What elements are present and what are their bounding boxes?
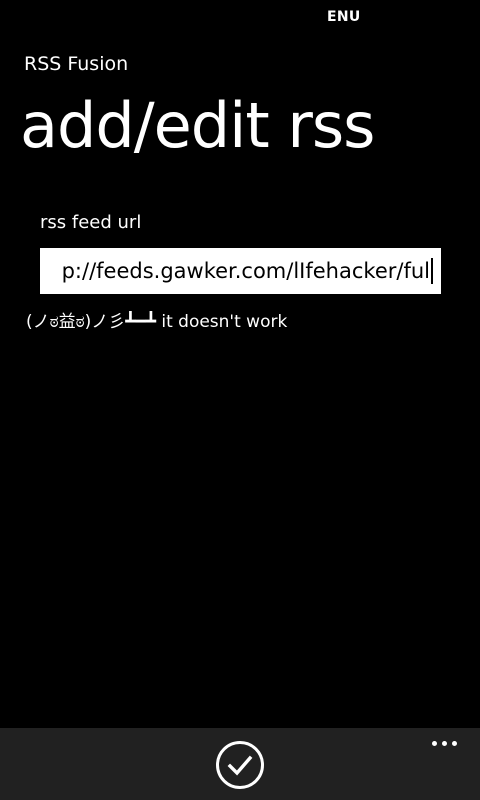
check-icon xyxy=(227,755,253,776)
error-message: (ノಠ益ಠ)ノ彡┻━┻ it doesn't work xyxy=(26,312,288,332)
rss-feed-url-label: rss feed url xyxy=(40,212,142,233)
rss-feed-url-value: p://feeds.gawker.com/lIfehacker/ful xyxy=(62,257,433,285)
app-name: RSS Fusion xyxy=(24,53,129,75)
input-language-indicator: ENU xyxy=(327,9,361,25)
more-options-button[interactable] xyxy=(426,732,466,756)
status-bar: ENU xyxy=(0,0,480,32)
confirm-button[interactable] xyxy=(216,741,264,789)
application-bar xyxy=(0,728,480,800)
rss-feed-url-input[interactable]: p://feeds.gawker.com/lIfehacker/ful xyxy=(40,248,441,294)
text-caret xyxy=(431,258,433,284)
page-title: add/edit rss xyxy=(20,89,375,162)
